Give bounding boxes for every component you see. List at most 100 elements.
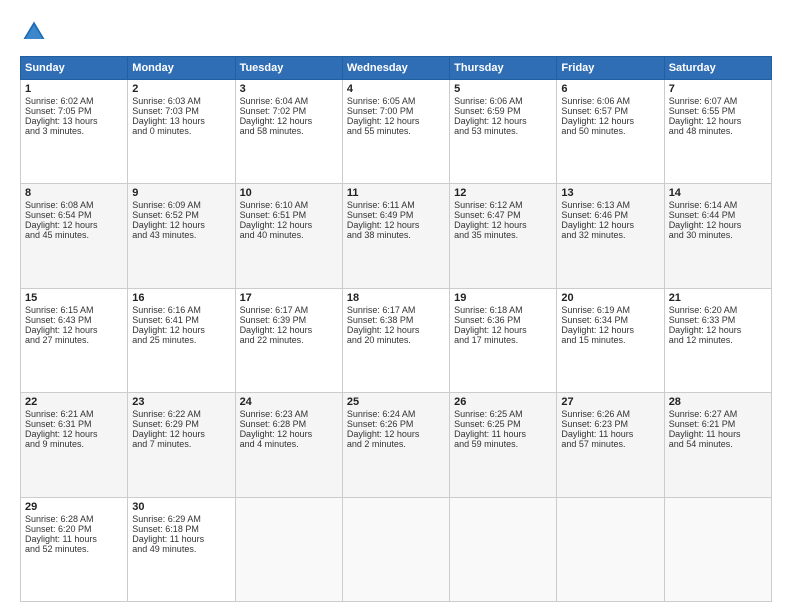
day-info-line: and 40 minutes. [240,230,338,240]
day-info-line: Sunset: 6:44 PM [669,210,767,220]
day-number: 4 [347,83,445,95]
day-number: 17 [240,292,338,304]
day-info-line: Daylight: 13 hours [25,116,123,126]
day-info-line: and 58 minutes. [240,126,338,136]
day-info-line: Sunset: 6:59 PM [454,106,552,116]
day-info-line: and 4 minutes. [240,439,338,449]
calendar-cell: 25Sunrise: 6:24 AMSunset: 6:26 PMDayligh… [342,393,449,497]
day-info-line: Sunrise: 6:22 AM [132,409,230,419]
day-info-line: Daylight: 12 hours [132,429,230,439]
calendar-cell: 16Sunrise: 6:16 AMSunset: 6:41 PMDayligh… [128,288,235,392]
day-info-line: and 20 minutes. [347,335,445,345]
day-info-line: Sunrise: 6:23 AM [240,409,338,419]
header-monday: Monday [128,57,235,80]
calendar-cell: 21Sunrise: 6:20 AMSunset: 6:33 PMDayligh… [664,288,771,392]
day-info-line: Daylight: 11 hours [454,429,552,439]
day-info-line: Sunrise: 6:11 AM [347,200,445,210]
calendar-cell: 6Sunrise: 6:06 AMSunset: 6:57 PMDaylight… [557,80,664,184]
day-info-line: Sunrise: 6:21 AM [25,409,123,419]
day-number: 1 [25,83,123,95]
day-info-line: and 55 minutes. [347,126,445,136]
calendar-cell: 1Sunrise: 6:02 AMSunset: 7:05 PMDaylight… [21,80,128,184]
day-number: 8 [25,187,123,199]
calendar-cell: 29Sunrise: 6:28 AMSunset: 6:20 PMDayligh… [21,497,128,601]
calendar-cell: 30Sunrise: 6:29 AMSunset: 6:18 PMDayligh… [128,497,235,601]
day-number: 22 [25,396,123,408]
day-info-line: Daylight: 12 hours [561,325,659,335]
day-info-line: Sunrise: 6:18 AM [454,305,552,315]
day-info-line: and 0 minutes. [132,126,230,136]
day-number: 7 [669,83,767,95]
day-info-line: Sunset: 7:00 PM [347,106,445,116]
calendar-cell: 12Sunrise: 6:12 AMSunset: 6:47 PMDayligh… [450,184,557,288]
day-info-line: Sunrise: 6:03 AM [132,96,230,106]
day-info-line: and 43 minutes. [132,230,230,240]
day-info-line: Sunset: 6:29 PM [132,419,230,429]
day-info-line: and 2 minutes. [347,439,445,449]
calendar-cell [342,497,449,601]
calendar-cell: 24Sunrise: 6:23 AMSunset: 6:28 PMDayligh… [235,393,342,497]
day-number: 24 [240,396,338,408]
day-info-line: Daylight: 13 hours [132,116,230,126]
day-info-line: and 7 minutes. [132,439,230,449]
day-info-line: Sunset: 6:43 PM [25,315,123,325]
header-thursday: Thursday [450,57,557,80]
header [20,18,772,46]
day-info-line: Sunset: 6:31 PM [25,419,123,429]
day-info-line: and 17 minutes. [454,335,552,345]
day-number: 10 [240,187,338,199]
day-info-line: Daylight: 12 hours [25,325,123,335]
header-saturday: Saturday [664,57,771,80]
day-info-line: Sunset: 6:21 PM [669,419,767,429]
calendar-cell: 27Sunrise: 6:26 AMSunset: 6:23 PMDayligh… [557,393,664,497]
day-info-line: Sunset: 6:34 PM [561,315,659,325]
logo-icon [20,18,48,46]
calendar-cell: 18Sunrise: 6:17 AMSunset: 6:38 PMDayligh… [342,288,449,392]
day-info-line: Sunset: 6:46 PM [561,210,659,220]
week-row-3: 22Sunrise: 6:21 AMSunset: 6:31 PMDayligh… [21,393,772,497]
day-number: 3 [240,83,338,95]
day-info-line: Daylight: 12 hours [240,220,338,230]
day-info-line: Daylight: 12 hours [25,429,123,439]
calendar-table: SundayMondayTuesdayWednesdayThursdayFrid… [20,56,772,602]
day-info-line: Sunrise: 6:20 AM [669,305,767,315]
calendar-cell: 7Sunrise: 6:07 AMSunset: 6:55 PMDaylight… [664,80,771,184]
day-info-line: Sunset: 6:54 PM [25,210,123,220]
week-row-2: 15Sunrise: 6:15 AMSunset: 6:43 PMDayligh… [21,288,772,392]
day-info-line: Sunrise: 6:05 AM [347,96,445,106]
day-info-line: and 54 minutes. [669,439,767,449]
calendar-cell: 8Sunrise: 6:08 AMSunset: 6:54 PMDaylight… [21,184,128,288]
calendar-cell: 14Sunrise: 6:14 AMSunset: 6:44 PMDayligh… [664,184,771,288]
day-info-line: Daylight: 11 hours [561,429,659,439]
day-info-line: and 22 minutes. [240,335,338,345]
day-info-line: Sunrise: 6:10 AM [240,200,338,210]
calendar-cell: 13Sunrise: 6:13 AMSunset: 6:46 PMDayligh… [557,184,664,288]
header-friday: Friday [557,57,664,80]
day-info-line: Sunset: 7:02 PM [240,106,338,116]
week-row-0: 1Sunrise: 6:02 AMSunset: 7:05 PMDaylight… [21,80,772,184]
day-number: 14 [669,187,767,199]
day-info-line: Daylight: 12 hours [240,429,338,439]
day-number: 5 [454,83,552,95]
calendar-cell: 22Sunrise: 6:21 AMSunset: 6:31 PMDayligh… [21,393,128,497]
day-info-line: Sunrise: 6:13 AM [561,200,659,210]
day-info-line: Daylight: 12 hours [25,220,123,230]
day-info-line: Daylight: 11 hours [669,429,767,439]
day-number: 6 [561,83,659,95]
day-info-line: Sunrise: 6:14 AM [669,200,767,210]
day-info-line: and 30 minutes. [669,230,767,240]
calendar-cell: 2Sunrise: 6:03 AMSunset: 7:03 PMDaylight… [128,80,235,184]
calendar-cell: 3Sunrise: 6:04 AMSunset: 7:02 PMDaylight… [235,80,342,184]
day-info-line: and 59 minutes. [454,439,552,449]
calendar-cell: 20Sunrise: 6:19 AMSunset: 6:34 PMDayligh… [557,288,664,392]
day-info-line: and 38 minutes. [347,230,445,240]
day-number: 13 [561,187,659,199]
day-info-line: Sunset: 6:41 PM [132,315,230,325]
day-number: 18 [347,292,445,304]
day-number: 28 [669,396,767,408]
day-number: 16 [132,292,230,304]
calendar-cell [235,497,342,601]
day-info-line: Daylight: 11 hours [132,534,230,544]
day-info-line: Sunrise: 6:09 AM [132,200,230,210]
calendar-cell [557,497,664,601]
